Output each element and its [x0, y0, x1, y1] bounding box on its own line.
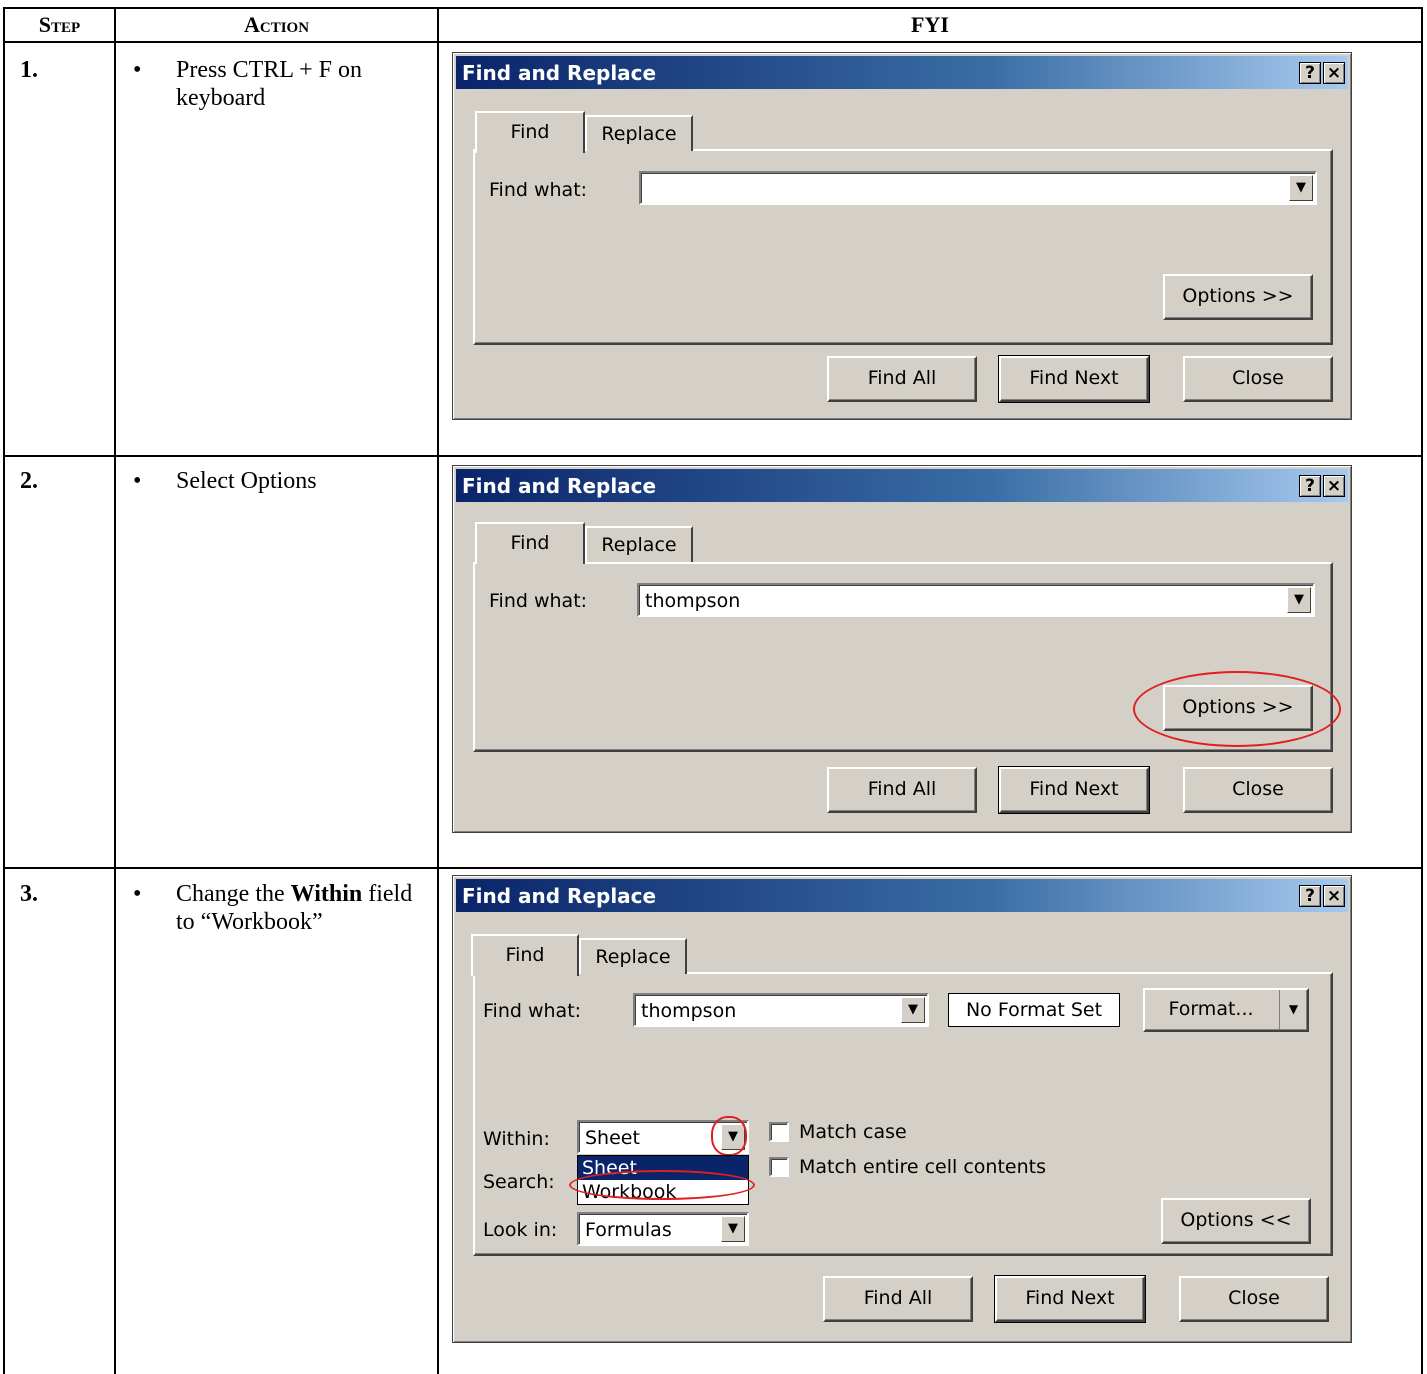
step-number: 3.	[20, 881, 38, 907]
chevron-down-icon[interactable]: ▼	[901, 997, 925, 1023]
options-highlight-circle	[1133, 671, 1341, 747]
row2-divider	[3, 867, 1421, 869]
tab-find[interactable]: Find	[475, 111, 585, 153]
find-what-combo[interactable]: thompson ▼	[633, 993, 929, 1027]
find-what-value: thompson	[641, 1000, 737, 1022]
dialog-title: Find and Replace	[462, 884, 657, 908]
find-next-button[interactable]: Find Next	[998, 766, 1150, 814]
tab-find[interactable]: Find	[471, 934, 579, 976]
format-label: Format...	[1168, 998, 1254, 1020]
title-bar: Find and Replace ? ×	[456, 56, 1348, 89]
action-text: Select Options	[176, 468, 317, 494]
step-action-divider	[114, 7, 116, 1374]
chevron-down-icon[interactable]: ▼	[1279, 990, 1307, 1030]
tab-find[interactable]: Find	[475, 522, 585, 564]
close-button[interactable]: Close	[1183, 767, 1333, 813]
chevron-down-icon[interactable]: ▼	[1287, 587, 1311, 613]
search-label: Search:	[483, 1171, 555, 1193]
lookin-label: Look in:	[483, 1219, 558, 1241]
close-icon[interactable]: ×	[1323, 475, 1345, 497]
header-fyi: FYI	[911, 12, 949, 37]
find-what-label: Find what:	[483, 1000, 582, 1022]
row1-divider	[3, 455, 1421, 457]
close-button[interactable]: Close	[1183, 356, 1333, 402]
dropdown-arrow-highlight-circle	[711, 1116, 747, 1156]
find-what-combo[interactable]: ▼	[639, 171, 1317, 205]
tab-replace[interactable]: Replace	[585, 526, 693, 562]
table-right-border	[1421, 7, 1423, 1374]
step-number: 2.	[20, 468, 38, 494]
find-what-label: Find what:	[489, 179, 588, 201]
help-button[interactable]: ?	[1299, 62, 1321, 84]
find-all-button[interactable]: Find All	[827, 356, 977, 402]
find-next-button[interactable]: Find Next	[994, 1275, 1146, 1323]
bullet: •	[133, 468, 142, 494]
find-replace-dialog-3: Find and Replace ? × Find Replace Find w…	[452, 875, 1352, 1343]
find-what-combo[interactable]: thompson ▼	[637, 583, 1315, 617]
lookin-combo[interactable]: Formulas ▼	[577, 1212, 749, 1246]
dialog-title: Find and Replace	[462, 474, 657, 498]
step-number: 1.	[20, 57, 38, 83]
within-value: Sheet	[585, 1127, 640, 1149]
match-entire-checkbox[interactable]	[769, 1157, 789, 1177]
chevron-down-icon[interactable]: ▼	[721, 1216, 745, 1242]
find-all-button[interactable]: Find All	[823, 1276, 973, 1322]
table-left-border	[3, 7, 5, 1374]
title-bar: Find and Replace ? ×	[456, 879, 1348, 912]
within-label: Within:	[483, 1128, 550, 1150]
close-icon[interactable]: ×	[1323, 62, 1345, 84]
no-format-preview: No Format Set	[948, 993, 1120, 1027]
lookin-value: Formulas	[585, 1219, 672, 1241]
find-what-value: thompson	[645, 590, 741, 612]
options-button[interactable]: Options >>	[1163, 274, 1313, 320]
action-text-pre: Change the	[176, 881, 291, 907]
help-button[interactable]: ?	[1299, 885, 1321, 907]
chevron-down-icon[interactable]: ▼	[1289, 175, 1313, 201]
match-entire-label[interactable]: Match entire cell contents	[799, 1155, 1046, 1179]
find-replace-dialog-2: Find and Replace ? × Find Replace Find w…	[452, 465, 1352, 833]
workbook-highlight-circle	[569, 1170, 755, 1200]
header-action: Action	[243, 12, 310, 37]
format-button[interactable]: Format... ▼	[1143, 988, 1309, 1032]
action-text: Change the Within field to “Workbook”	[176, 880, 431, 936]
action-text: Press CTRL + F on keyboard	[176, 57, 362, 111]
header-divider	[3, 41, 1421, 43]
action-fyi-divider	[437, 7, 439, 1374]
header-step: Step	[38, 12, 81, 37]
tab-replace[interactable]: Replace	[585, 115, 693, 151]
close-icon[interactable]: ×	[1323, 885, 1345, 907]
match-case-checkbox[interactable]	[769, 1122, 789, 1142]
action-text-bold: Within	[290, 881, 363, 907]
title-bar: Find and Replace ? ×	[456, 469, 1348, 502]
help-button[interactable]: ?	[1299, 475, 1321, 497]
bullet: •	[133, 881, 142, 907]
options-button[interactable]: Options <<	[1161, 1198, 1311, 1244]
dialog-title: Find and Replace	[462, 61, 657, 85]
match-case-label[interactable]: Match case	[799, 1120, 907, 1144]
bullet: •	[133, 57, 142, 83]
table-top-border	[3, 7, 1421, 9]
find-all-button[interactable]: Find All	[827, 767, 977, 813]
close-button[interactable]: Close	[1179, 1276, 1329, 1322]
find-what-label: Find what:	[489, 590, 588, 612]
find-replace-dialog-1: Find and Replace ? × Find Replace Find w…	[452, 52, 1352, 420]
tab-replace[interactable]: Replace	[579, 938, 687, 974]
find-next-button[interactable]: Find Next	[998, 355, 1150, 403]
